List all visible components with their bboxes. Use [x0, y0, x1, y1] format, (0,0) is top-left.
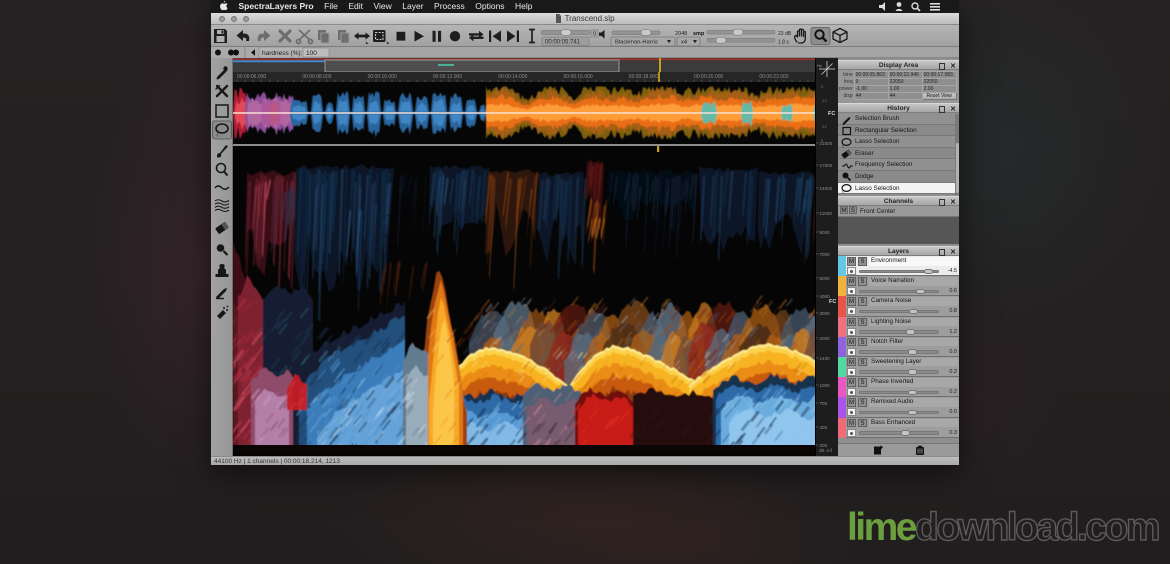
svg-text:Blackman-Harris: Blackman-Harris	[615, 40, 658, 46]
svg-text:-12: -12	[821, 98, 828, 103]
svg-text:00:00:05.741: 00:00:05.741	[545, 40, 581, 46]
svg-text:FC: FC	[829, 299, 836, 305]
svg-text:5000: 5000	[820, 276, 831, 281]
svg-text:dB -inf: dB -inf	[819, 448, 833, 453]
svg-text:hardness (%):: hardness (%):	[262, 50, 303, 57]
svg-text:0: 0	[593, 32, 596, 38]
svg-text:21000: 21000	[820, 141, 833, 146]
svg-text:9000: 9000	[820, 230, 831, 235]
svg-text:7000: 7000	[820, 252, 831, 257]
svg-text:2048: 2048	[675, 31, 687, 37]
svg-text:400: 400	[820, 425, 828, 430]
svg-text:0: 0	[821, 84, 824, 89]
svg-text:FC: FC	[828, 111, 835, 117]
svg-text:1000: 1000	[820, 383, 831, 388]
svg-text:11000: 11000	[820, 211, 833, 216]
svg-text:smp: smp	[693, 31, 705, 37]
svg-text:23 dB: 23 dB	[778, 31, 792, 37]
svg-text:Hz: Hz	[817, 63, 822, 68]
svg-text:17000: 17000	[820, 163, 833, 168]
svg-text:-12: -12	[821, 124, 828, 129]
svg-text:100: 100	[306, 50, 317, 57]
svg-text:x4: x4	[681, 40, 688, 46]
svg-text:1.8 s: 1.8 s	[778, 40, 789, 46]
svg-text:3000: 3000	[820, 311, 831, 316]
svg-text:700: 700	[820, 401, 828, 406]
svg-text:2000: 2000	[820, 336, 831, 341]
svg-text:14000: 14000	[820, 186, 833, 191]
svg-text:1400: 1400	[820, 356, 831, 361]
